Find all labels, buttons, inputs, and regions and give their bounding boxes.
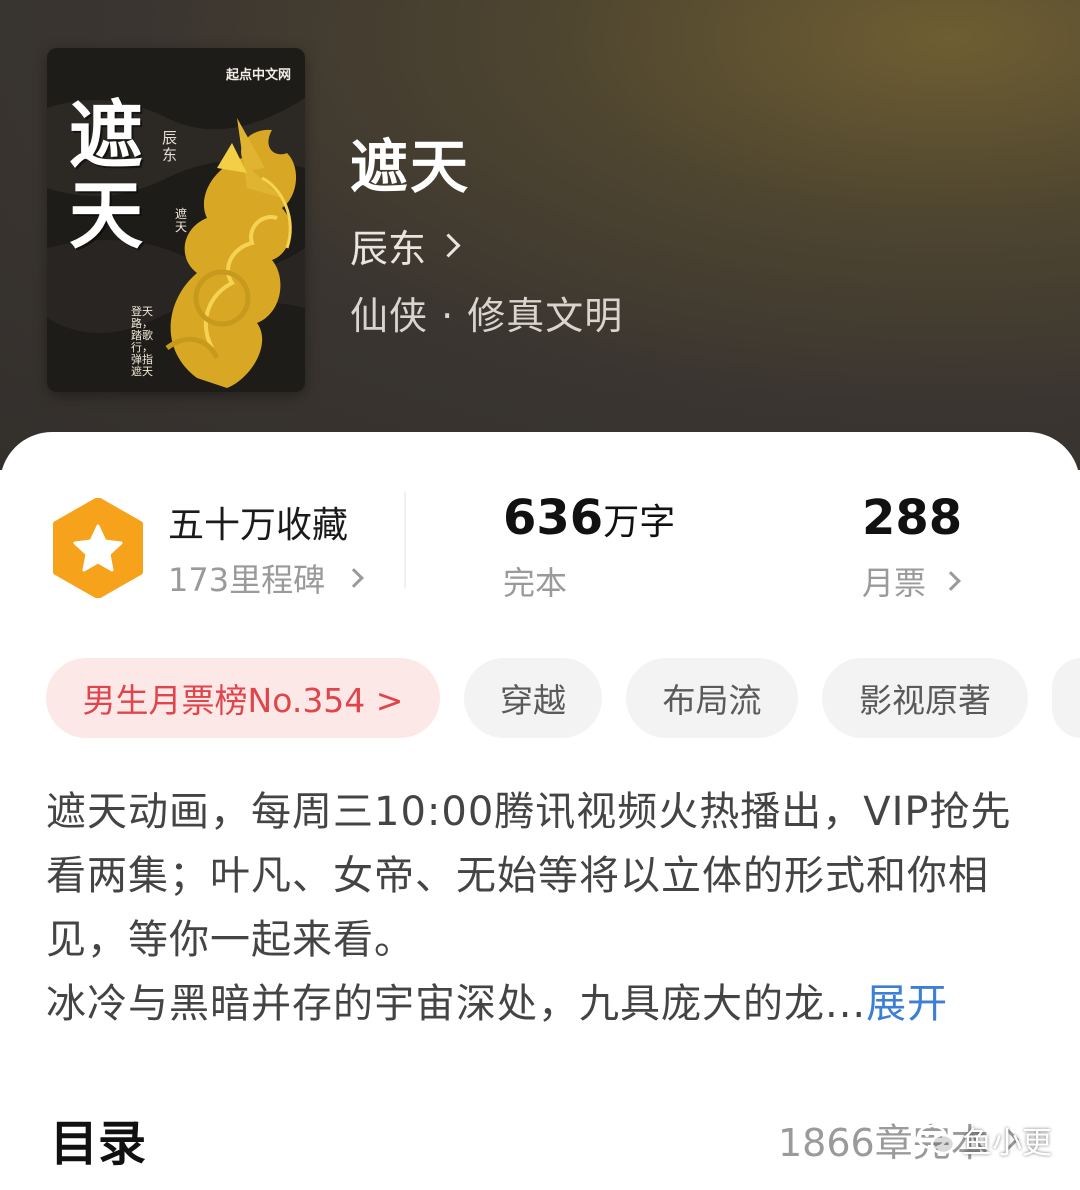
toc-title: 目录 [50,1116,147,1172]
description-text: 冰冷与黑暗并存的宇宙深处，九具庞大的龙... [46,981,867,1027]
cover-title: 遮天 [69,93,143,259]
milestone-label: 173里程碑 [168,561,326,599]
cover-slogan: 登天路，踏歌行，弹指遮天 [131,305,153,378]
tag-list: 男生月票榜No.354 > 穿越 布局流 影视原著 [46,658,1080,738]
cover-small-title: 遮天 [175,207,188,234]
expand-link[interactable]: 展开 [866,981,948,1027]
monthly-ticket-label: 月票 [862,564,927,602]
watermark-text: 鱼小更 [962,1126,1052,1161]
book-description: 遮天动画，每周三10:00腾讯视频火热播出，VIP抢先看两集；叶凡、女帝、无始等… [46,780,1036,1036]
description-paragraph-truncated: 冰冷与黑暗并存的宇宙深处，九具庞大的龙...展开 [46,972,1036,1036]
chevron-right-icon [941,571,961,591]
book-cover[interactable]: 起点中文网 遮天 辰东 遮天 登天路，踏歌行，弹指遮天 [47,48,305,392]
word-count-unit: 万字 [603,502,676,543]
watermark: 鱼小更 [916,1118,1052,1162]
cover-author: 辰东 [162,129,178,164]
word-count: 636万字 [503,490,675,546]
chevron-right-icon [344,568,364,588]
tag-chip[interactable]: 影视原著 [822,658,1028,738]
completion-status: 完本 [503,564,568,602]
book-title: 遮天 [350,133,471,201]
author-name: 辰东 [350,227,427,271]
stat-divider [404,492,406,588]
tag-chip[interactable]: 布局流 [626,658,798,738]
word-count-number: 636 [503,490,604,546]
collection-count: 五十万收藏 [168,505,349,546]
book-genre: 仙侠 · 修真文明 [350,294,624,338]
rank-tag[interactable]: 男生月票榜No.354 > [46,658,440,738]
book-header: 起点中文网 遮天 辰东 遮天 登天路，踏歌行，弹指遮天 遮天 辰东 仙侠 · 修… [0,0,1080,470]
tag-chip[interactable]: 穿越 [464,658,602,738]
monthly-ticket-count: 288 [862,490,963,546]
star-badge-icon [53,498,143,598]
description-paragraph: 遮天动画，每周三10:00腾讯视频火热播出，VIP抢先看两集；叶凡、女帝、无始等… [46,789,1012,963]
milestone-link[interactable]: 173里程碑 [168,555,364,601]
tag-chip-partial[interactable] [1052,658,1080,738]
wechat-icon [916,1124,956,1155]
monthly-ticket-link[interactable]: 月票 [862,558,961,604]
chevron-right-icon [436,233,461,258]
cover-publisher: 起点中文网 [225,68,291,83]
author-link[interactable]: 辰东 [350,218,461,273]
